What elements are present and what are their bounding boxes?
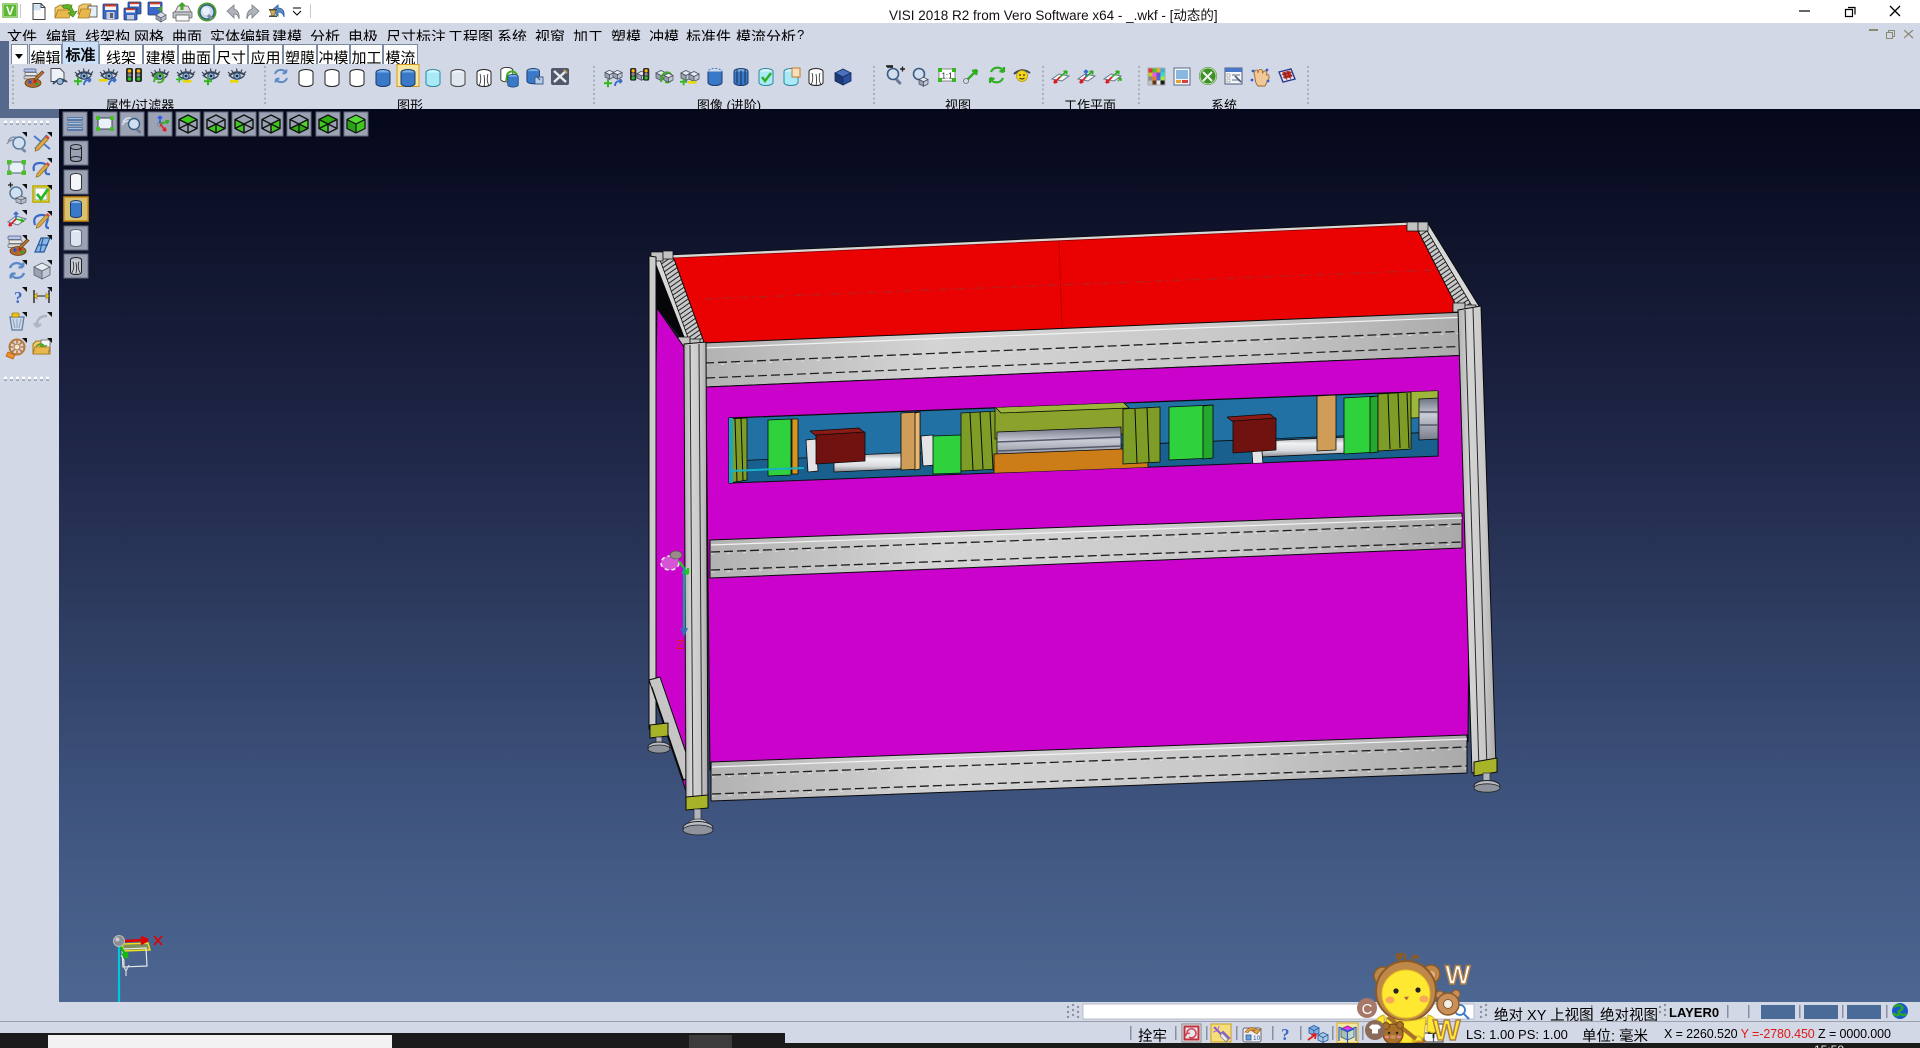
svg-text:W: W — [1445, 960, 1471, 990]
svg-text:10: 10 — [1253, 1035, 1261, 1042]
svg-text:?: ? — [14, 288, 23, 307]
svg-text:C: C — [1362, 1001, 1373, 1018]
svg-text:?: ? — [1281, 1025, 1290, 1044]
svg-text:1:1: 1:1 — [941, 72, 953, 81]
svg-text:V: V — [6, 4, 14, 18]
svg-text:Z: Z — [676, 637, 684, 652]
